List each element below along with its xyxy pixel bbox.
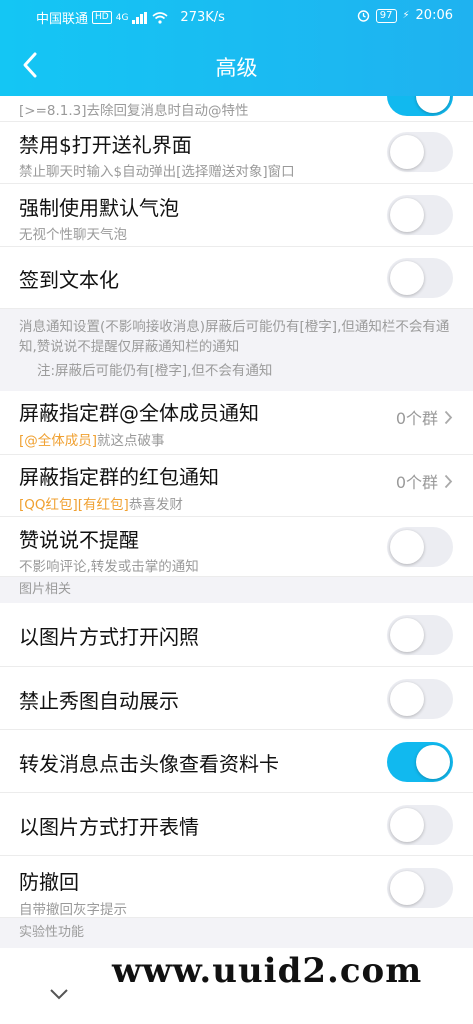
status-right: 97 ⚡ 20:06 xyxy=(357,8,453,23)
setting-row-open-emoji[interactable]: 以图片方式打开表情 xyxy=(0,793,473,856)
toggle-knob xyxy=(390,135,424,169)
setting-label: 禁用$打开送礼界面 xyxy=(19,133,192,157)
status-left: 中国联通 HD 4G 273K/s xyxy=(36,8,225,27)
toggle-switch[interactable] xyxy=(387,615,453,655)
setting-label: 强制使用默认气泡 xyxy=(19,196,179,220)
hd-badge: HD xyxy=(92,11,112,24)
toggle-switch[interactable] xyxy=(387,258,453,298)
alarm-icon xyxy=(357,10,369,22)
toggle-switch[interactable] xyxy=(387,195,453,235)
setting-row-partial: [>=8.1.3]去除回复消息时自动@特性 xyxy=(0,96,473,122)
setting-row-no-like-notify[interactable]: 赞说说不提醒 不影响评论,转发或击掌的通知 xyxy=(0,517,473,577)
setting-label: 以图片方式打开闪照 xyxy=(19,625,199,649)
setting-subtitle: 无视个性聊天气泡 xyxy=(19,227,127,243)
toggle-knob xyxy=(416,745,450,779)
setting-subtitle: 禁止聊天时输入$自动弹出[选择赠送对象]窗口 xyxy=(19,164,295,180)
notification-note: 注:屏蔽后可能仍有[橙字],但不会有通知 xyxy=(37,363,273,379)
setting-row-default-bubble[interactable]: 强制使用默认气泡 无视个性聊天气泡 xyxy=(0,184,473,247)
setting-subtitle: [@全体成员]就这点破事 xyxy=(19,429,165,449)
battery-level: 97 xyxy=(375,8,397,23)
group-count-value: 0个群 xyxy=(395,473,438,492)
settings-list: [>=8.1.3]去除回复消息时自动@特性 禁用$打开送礼界面 禁止聊天时输入$… xyxy=(0,96,473,1024)
setting-row-block-redpacket[interactable]: 屏蔽指定群的红包通知 [QQ红包][有红包]恭喜发财 0个群 xyxy=(0,455,473,517)
nav-bar: 高级 xyxy=(0,36,473,96)
setting-label: 签到文本化 xyxy=(19,268,119,292)
subtitle-rest: 恭喜发财 xyxy=(128,497,183,513)
setting-subtitle: 自带撤回灰字提示 xyxy=(19,902,127,918)
section-header-experimental: 实验性功能 xyxy=(0,918,473,948)
highlight-text: [QQ红包][有红包] xyxy=(19,497,129,513)
group-count-value: 0个群 xyxy=(395,409,438,428)
watermark: www.uuid2.com xyxy=(96,948,466,994)
toggle-switch[interactable] xyxy=(387,96,453,116)
toggle-switch[interactable] xyxy=(387,527,453,567)
carrier-label: 中国联通 xyxy=(36,12,89,27)
chevron-down-icon[interactable] xyxy=(48,986,70,1002)
setting-subtitle: [>=8.1.3]去除回复消息时自动@特性 xyxy=(19,103,249,119)
setting-label: 转发消息点击头像查看资料卡 xyxy=(19,752,279,776)
chevron-right-icon xyxy=(444,410,453,424)
toggle-knob xyxy=(390,261,424,295)
toggle-knob xyxy=(390,618,424,652)
setting-label: 防撤回 xyxy=(19,870,79,894)
setting-label: 赞说说不提醒 xyxy=(19,528,139,552)
setting-row-show-image[interactable]: 禁止秀图自动展示 xyxy=(0,667,473,730)
top-bar: 中国联通 HD 4G 273K/s 97 ⚡ 20:06 高级 xyxy=(0,0,473,96)
toggle-switch[interactable] xyxy=(387,132,453,172)
setting-row-disable-gift[interactable]: 禁用$打开送礼界面 禁止聊天时输入$自动弹出[选择赠送对象]窗口 xyxy=(0,122,473,184)
clock: 20:06 xyxy=(415,8,453,23)
setting-row-anti-recall[interactable]: 防撤回 自带撤回灰字提示 xyxy=(0,856,473,918)
toggle-switch[interactable] xyxy=(387,742,453,782)
page-title: 高级 xyxy=(215,56,258,80)
notification-info-block: 消息通知设置(不影响接收消息)屏蔽后可能仍有[橙字],但通知栏不会有通知,赞说说… xyxy=(0,309,473,391)
setting-row-flash-photo[interactable]: 以图片方式打开闪照 xyxy=(0,603,473,667)
toggle-knob xyxy=(390,530,424,564)
setting-row-block-at-all[interactable]: 屏蔽指定群@全体成员通知 [@全体成员]就这点破事 0个群 xyxy=(0,391,473,455)
network-speed: 273K/s xyxy=(180,10,225,25)
toggle-knob xyxy=(390,682,424,716)
subtitle-rest: 就这点破事 xyxy=(97,433,165,449)
toggle-knob xyxy=(390,198,424,232)
setting-label: 屏蔽指定群的红包通知 xyxy=(19,465,219,489)
toggle-switch[interactable] xyxy=(387,679,453,719)
charging-icon: ⚡ xyxy=(402,10,410,21)
group-count: 0个群 xyxy=(396,469,453,493)
group-count: 0个群 xyxy=(396,405,453,429)
signal-icon xyxy=(132,11,148,24)
notification-info-text: 消息通知设置(不影响接收消息)屏蔽后可能仍有[橙字],但通知栏不会有通知,赞说说… xyxy=(19,319,450,355)
section-header-image: 图片相关 xyxy=(0,577,473,603)
network-type: 4G xyxy=(115,12,129,23)
setting-label: 以图片方式打开表情 xyxy=(19,815,199,839)
chevron-right-icon xyxy=(444,474,453,488)
status-bar: 中国联通 HD 4G 273K/s 97 ⚡ 20:06 xyxy=(0,0,473,32)
setting-row-checkin-text[interactable]: 签到文本化 xyxy=(0,247,473,309)
toggle-switch[interactable] xyxy=(387,868,453,908)
toggle-switch[interactable] xyxy=(387,805,453,845)
setting-label: 屏蔽指定群@全体成员通知 xyxy=(19,401,259,425)
setting-subtitle: 不影响评论,转发或击掌的通知 xyxy=(19,559,199,575)
setting-label: 禁止秀图自动展示 xyxy=(19,689,179,713)
toggle-knob xyxy=(390,808,424,842)
highlight-text: [@全体成员] xyxy=(19,433,98,449)
setting-row-forward-avatar[interactable]: 转发消息点击头像查看资料卡 xyxy=(0,730,473,793)
wifi-icon xyxy=(152,11,168,24)
toggle-knob xyxy=(416,96,450,113)
setting-subtitle: [QQ红包][有红包]恭喜发财 xyxy=(19,493,183,513)
toggle-knob xyxy=(390,871,424,905)
